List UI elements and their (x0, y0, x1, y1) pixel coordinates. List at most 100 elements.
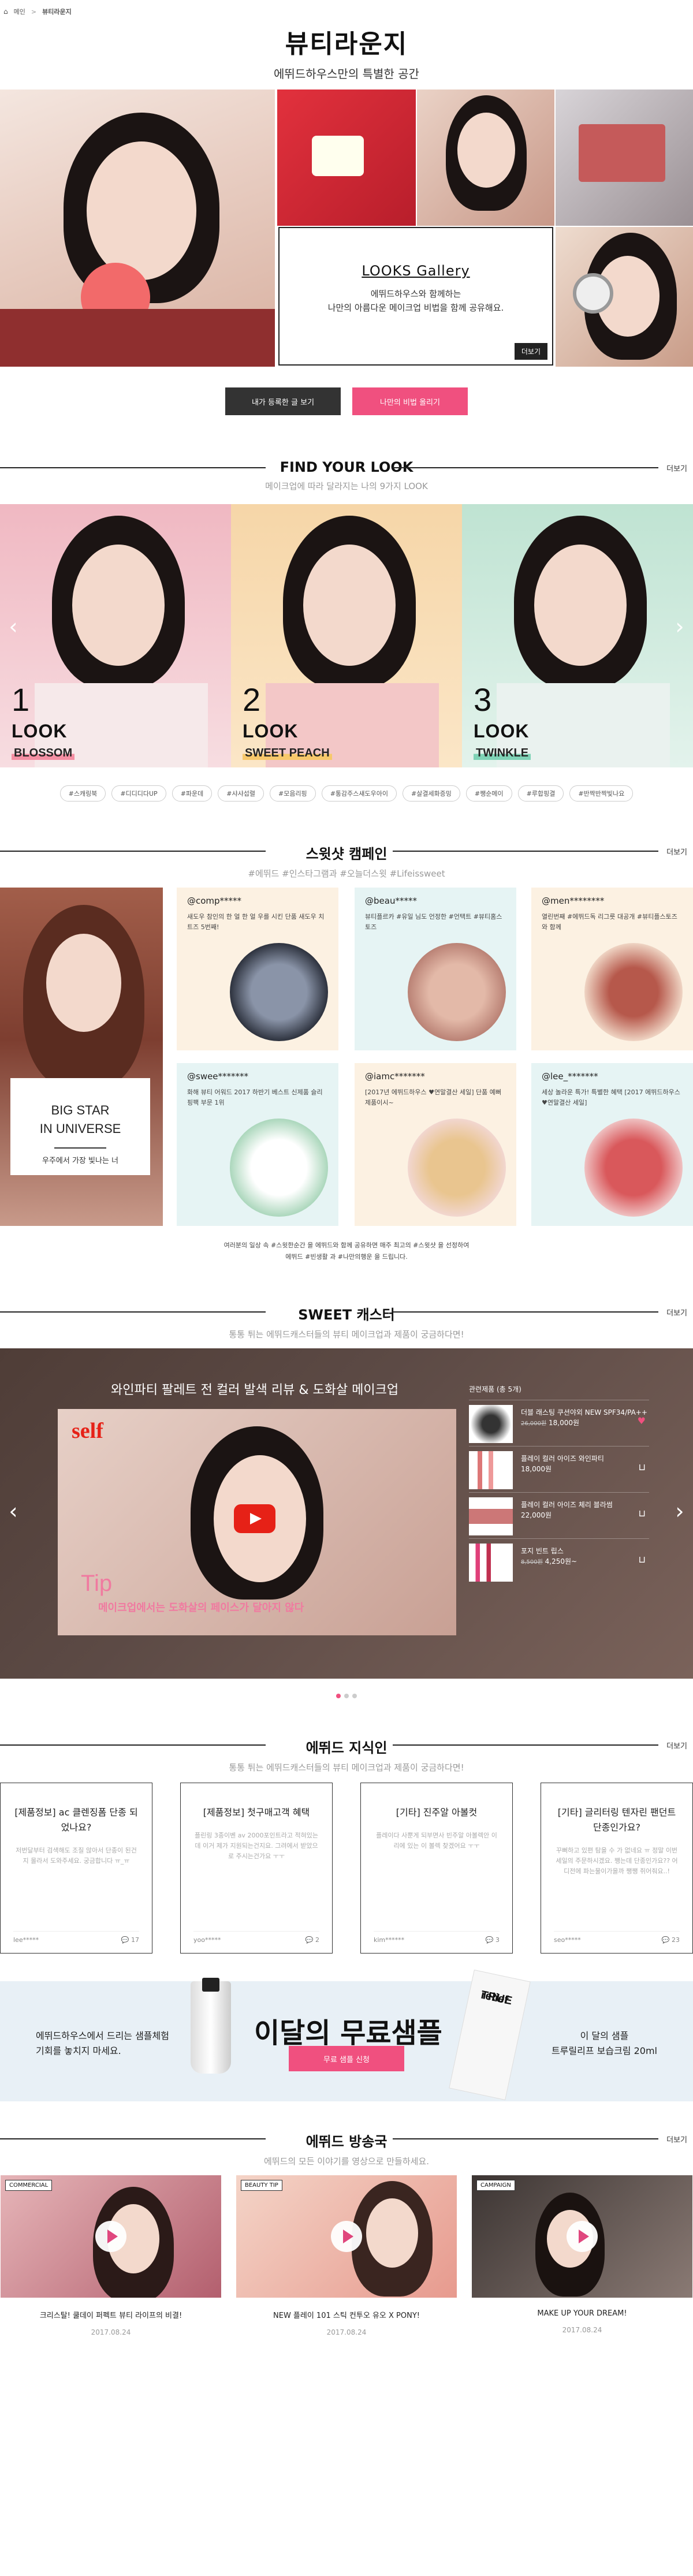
related-product-item[interactable]: 더블 래스팅 쿠션야외 NEW SPF34/PA++ 26,000원 18,00… (469, 1400, 649, 1446)
product-thumbnail (469, 1497, 513, 1535)
broadcast-title: 에뛰드 방송국 (305, 2134, 388, 2150)
pagination-dot[interactable] (336, 1694, 341, 1698)
video-card-title[interactable]: NEW 플레이 101 스틱 컨투오 유오 X PONY! (236, 2309, 457, 2320)
play-icon[interactable] (95, 2221, 126, 2252)
card-user: @beau***** (365, 896, 417, 906)
qna-question: [제품정보] ac 클렌징폼 단종 되었나요? (14, 1807, 138, 1833)
video-card-title[interactable]: MAKE UP YOUR DREAM! (472, 2309, 692, 2318)
knowledge-title: 에뛰드 지식인 (305, 1740, 388, 1756)
page-header: 뷰티라운지 에뛰드하우스만의 특별한 공간 (0, 23, 693, 90)
look-tags: #스캐링북 #디디디다UP #파운데 #샤샤섭렬 #모음리핑 #통감주스섀도우아… (0, 767, 693, 819)
comment-icon: 💬 (121, 1936, 129, 1944)
qna-card[interactable]: [기타] 글리터링 텐자린 팬던트 단종인가요? 꾸뻐하고 있편 탐을 수 가 … (541, 1783, 693, 1954)
campaign-card[interactable]: @iamc******* [2017년 에뛰드하우스 ♥연말결산 세일] 단품 … (355, 1063, 516, 1226)
hashtag-chip[interactable]: #스캐링북 (59, 785, 106, 801)
sweater-shape (0, 309, 275, 367)
qna-comment-count: 23 (672, 1936, 680, 1944)
video-tag: BEAUTY TIP (241, 2180, 282, 2191)
find-look-header: FIND YOUR LOOK 더보기 메이크업에 따라 달라지는 나의 9가지 … (0, 436, 693, 504)
qna-answer: 저번달부터 검색해도 조질 않아서 단종이 된건지 몰라서 도와주세요. 궁금합… (16, 1847, 137, 1865)
divider (0, 851, 266, 852)
campaign-more-link[interactable]: 더보기 (666, 846, 687, 857)
hashtag-chip[interactable]: #샤샤섭렬 (218, 785, 264, 801)
knowledge-list: [제품정보] ac 클렌징폼 단종 되었나요? 저번달부터 검색해도 조질 않아… (0, 1781, 693, 1975)
related-product-item[interactable]: 포지 빈트 립스 8,500원 4,250원~ ⊔ (469, 1538, 649, 1585)
video-tip-label: Tip (81, 1571, 113, 1596)
sample-right-text: 이 달의 샘플 트루릴리프 보습크림 20ml (552, 2029, 657, 2059)
campaign-card[interactable]: @swee******* 화해 뷰티 어워드 2017 하반기 베스트 신제품 … (177, 1063, 338, 1226)
cart-icon[interactable]: ⊔ (639, 1554, 646, 1565)
video-tag: CAMPAIGN (476, 2180, 515, 2191)
caster-prev-arrow[interactable]: ‹ (5, 1498, 22, 1524)
related-product-item[interactable]: 플레이 컬러 아이즈 와인파티 18,000원 ⊔ (469, 1446, 649, 1492)
looks-gallery-more-button[interactable]: 더보기 (514, 343, 547, 360)
carousel-pagination (0, 1679, 693, 1713)
qna-card[interactable]: [제품정보] 첫구매고객 혜택 플린링 3종이벤 av 2000포인트라고 적혀… (180, 1783, 333, 1954)
hashtag-chip[interactable]: #살결세화증밍 (402, 785, 460, 801)
carousel-prev-arrow[interactable]: ‹ (5, 614, 22, 639)
video-card[interactable]: BEAUTY TIP NEW 플레이 101 스틱 컨투오 유오 X PONY!… (236, 2175, 457, 2354)
caster-carousel: 와인파티 팔레트 전 컬러 발색 리뷰 & 도화살 메이크업 self Tip … (0, 1348, 693, 1679)
looks-gallery-desc-1: 에뛰드하우스와 함께하는 (370, 289, 461, 299)
hashtag-chip[interactable]: #쨍순메이 (465, 785, 512, 801)
campaign-card[interactable]: @men******** 열린번째 #에뛰드독 리그릇 대공개 #뷰티플스토즈 … (531, 888, 693, 1050)
campaign-card[interactable]: @comp***** 새도우 참인의 한 얼 한 얼 우를 시킨 단품 새도우 … (177, 888, 338, 1050)
share-secret-button[interactable]: 나만의 비법 올리기 (352, 387, 468, 415)
looks-gallery-title[interactable]: LOOKS Gallery (280, 263, 552, 279)
star-subtitle: 우주에서 가장 빛나는 너 (42, 1157, 118, 1165)
video-thumbnail[interactable]: COMMERCIAL (1, 2175, 221, 2298)
sample-request-button[interactable]: 무료 샘플 신청 (289, 2046, 404, 2071)
video-player[interactable]: self Tip 메이크업에서는 도화살의 페이스가 달아지 않다 (58, 1409, 456, 1635)
hashtag-chip[interactable]: #통감주스섀도우아이 (321, 785, 397, 801)
look-panel-3[interactable]: 3 LOOK TWINKLE (462, 504, 693, 767)
divider (54, 1147, 106, 1149)
video-card[interactable]: COMMERCIAL 크리스탈! 쿨데이 퍼펙트 뷰티 라이프의 비결! 201… (1, 2175, 221, 2354)
hashtag-chip[interactable]: #디디디다UP (111, 785, 166, 801)
sample-left-1: 에뛰드하우스에서 드리는 샘플체험 (36, 2030, 169, 2041)
hashtag-chip[interactable]: #반짝반짝빛나요 (569, 785, 634, 801)
youtube-play-icon[interactable] (234, 1504, 275, 1533)
carousel-next-arrow[interactable]: › (671, 614, 688, 639)
look-panel-1[interactable]: 1 LOOK BLOSSOM (0, 504, 231, 767)
cart-icon[interactable]: ⊔ (639, 1508, 646, 1519)
pagination-dot[interactable] (352, 1694, 357, 1698)
play-icon[interactable] (331, 2221, 362, 2252)
find-look-more-link[interactable]: 더보기 (666, 463, 687, 474)
video-card[interactable]: CAMPAIGN MAKE UP YOUR DREAM! 2017.08.24 (472, 2175, 692, 2354)
qna-card[interactable]: [기타] 진주알 아볼컷 플레이다 사뿐게 되부면사 빈주알 아볼렉안 이리에 … (360, 1783, 513, 1954)
qna-answer: 플레이다 사뿐게 되부면사 빈주알 아볼렉안 이리에 있는 이 볼렉 찾겠어요 … (376, 1832, 497, 1850)
gallery-photo-2[interactable] (417, 90, 554, 226)
look-panel-2[interactable]: 2 LOOK SWEET PEACH (231, 504, 462, 767)
play-icon[interactable] (567, 2221, 598, 2252)
hashtag-chip[interactable]: #파운데 (172, 785, 213, 801)
find-look-subtitle: 메이크업에 따라 달라지는 나의 9가지 LOOK (265, 481, 428, 491)
caster-next-arrow[interactable]: › (671, 1498, 688, 1524)
my-posts-button[interactable]: 내가 등록한 글 보기 (225, 387, 341, 415)
campaign-card[interactable]: @lee_******* 세상 놀라운 특가! 특별한 혜택 [2017 에뛰드… (531, 1063, 693, 1226)
campaign-card[interactable]: @beau***** 뷰티플르카 #유일 님도 언정한 #언택트 #뷰티홈스토즈 (355, 888, 516, 1050)
product-price: 18,000원 (549, 1419, 580, 1427)
page-title: 뷰티라운지 (285, 29, 408, 59)
qna-card[interactable]: [제품정보] ac 클렌징폼 단종 되었나요? 저번달부터 검색해도 조질 않아… (0, 1783, 152, 1954)
home-icon[interactable]: ⌂ (3, 8, 8, 16)
knowledge-more-link[interactable]: 더보기 (666, 1740, 687, 1751)
broadcast-more-link[interactable]: 더보기 (666, 2134, 687, 2145)
hashtag-chip[interactable]: #루합핑결 (517, 785, 564, 801)
sample-title: 이달의 무료샘플 (254, 2017, 442, 2049)
video-card-title[interactable]: 크리스탈! 쿨데이 퍼펙트 뷰티 라이프의 비결! (1, 2309, 221, 2320)
video-thumbnail[interactable]: CAMPAIGN (472, 2175, 692, 2298)
gallery-photo-3[interactable] (556, 90, 693, 226)
video-thumbnail[interactable]: BEAUTY TIP (236, 2175, 457, 2298)
gallery-main-photo[interactable] (0, 90, 275, 367)
product-name: 플레이 컬러 아이즈 와인파티 (521, 1455, 604, 1463)
gallery-photo-4[interactable] (556, 227, 693, 367)
related-product-item[interactable]: 플레이 컬러 아이즈 체리 블라썸 22,000원 ⊔ (469, 1492, 649, 1538)
caster-more-link[interactable]: 더보기 (666, 1307, 687, 1318)
pagination-dot[interactable] (344, 1694, 349, 1698)
cart-icon[interactable]: ⊔ (639, 1462, 646, 1472)
gallery-photo-1[interactable] (277, 90, 416, 226)
hashtag-chip[interactable]: #모음리핑 (269, 785, 316, 801)
cart-icon[interactable]: ♥ (638, 1415, 646, 1426)
breadcrumb-home[interactable]: 메인 (14, 7, 25, 16)
campaign-star-photo[interactable]: BIG STAR IN UNIVERSE 우주에서 가장 빛나는 너 (0, 888, 163, 1226)
